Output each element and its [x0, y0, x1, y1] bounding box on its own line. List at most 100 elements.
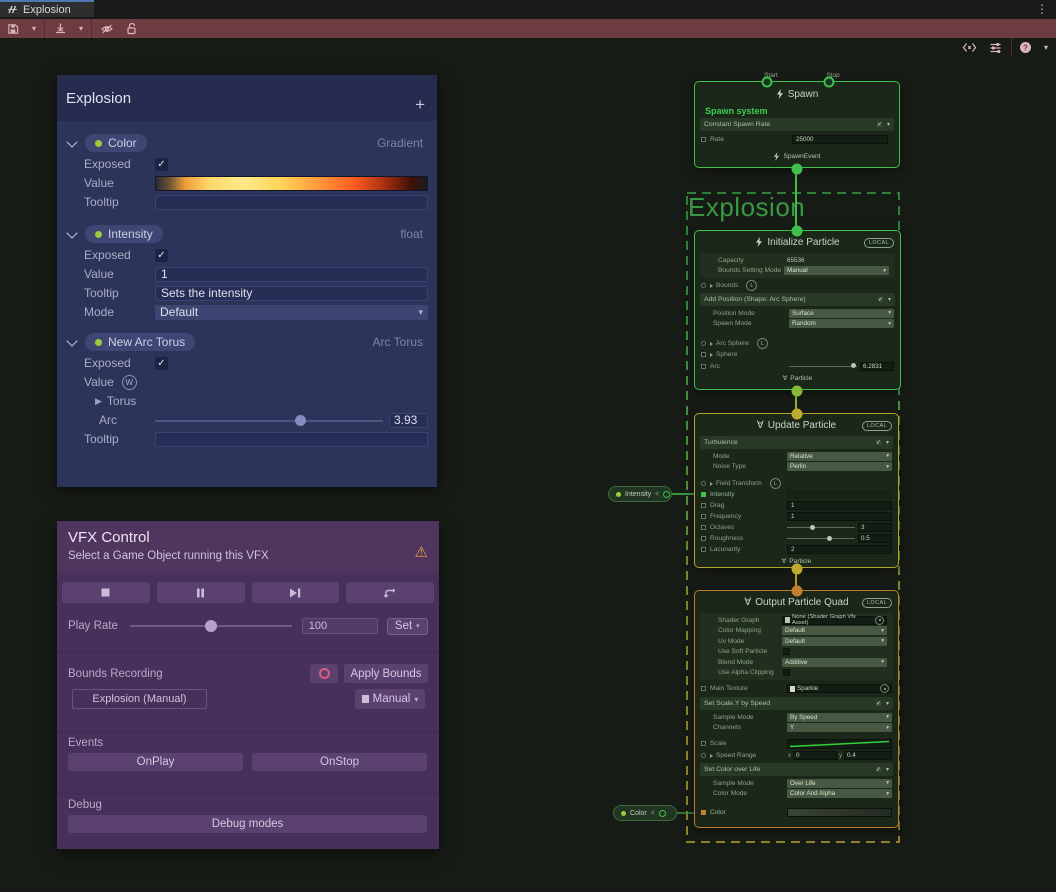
noise-type-dropdown[interactable]: Perlin ▾	[787, 462, 892, 471]
sample-mode-dropdown[interactable]: By Speed ▾	[787, 713, 892, 722]
bounds-port[interactable]	[701, 283, 706, 288]
start-port[interactable]	[762, 77, 773, 88]
arc-port[interactable]	[701, 364, 706, 369]
octaves-slider[interactable]	[787, 523, 855, 532]
capacity-field[interactable]: 65536	[784, 256, 889, 265]
rate-port[interactable]	[701, 137, 706, 142]
blackboard-panel[interactable]: Explosion + Color Gradient Exposed ✓ Val…	[57, 75, 437, 487]
rate-field[interactable]: 25000	[792, 135, 888, 144]
gradient-value-field[interactable]	[155, 176, 428, 191]
record-bounds-button[interactable]	[310, 664, 338, 683]
color-gradient-field[interactable]	[787, 808, 892, 817]
exposed-checkbox[interactable]: ✓	[155, 158, 168, 171]
pause-button[interactable]	[157, 582, 245, 603]
field-transform-port[interactable]	[701, 481, 706, 486]
value-input[interactable]: 1	[155, 267, 428, 282]
block-collapse-icon[interactable]: ▾	[888, 296, 891, 303]
tooltip-input[interactable]	[155, 432, 428, 447]
scale-curve-field[interactable]	[787, 739, 892, 749]
shader-graph-field[interactable]: None (Shader Graph Vfx Asset)	[782, 616, 887, 626]
main-texture-port[interactable]	[701, 686, 706, 691]
foldout-icon[interactable]	[710, 342, 713, 346]
constant-spawn-rate-block[interactable]: Constant Spawn Rate ✓ ▾	[700, 118, 894, 131]
sphere-port[interactable]	[701, 352, 706, 357]
save-button[interactable]	[0, 19, 26, 38]
use-alpha-clipping-checkbox[interactable]	[783, 669, 790, 676]
save-dropdown-button[interactable]: ▾	[26, 19, 42, 38]
update-in-port[interactable]	[792, 409, 803, 420]
block-enabled-checkbox[interactable]: ✓	[875, 700, 882, 707]
object-picker-icon[interactable]	[880, 684, 889, 693]
intensity-field[interactable]	[787, 490, 892, 499]
show-code-button[interactable]	[957, 38, 983, 57]
block-collapse-icon[interactable]: ▾	[886, 700, 889, 707]
drag-port[interactable]	[701, 503, 706, 508]
onplay-button[interactable]: OnPlay	[68, 753, 243, 771]
window-menu-icon[interactable]: ⋮	[1036, 2, 1048, 17]
spawn-mode-dropdown[interactable]: Random ▾	[789, 319, 894, 328]
mode-dropdown[interactable]: Relative ▾	[787, 452, 892, 461]
arc-slider[interactable]	[789, 362, 857, 371]
block-enabled-checkbox[interactable]: ✓	[876, 121, 883, 128]
color-mapping-dropdown[interactable]: Default ▾	[782, 626, 887, 635]
main-texture-field[interactable]: Sparkle	[787, 684, 892, 694]
exposed-checkbox[interactable]: ✓	[155, 249, 168, 262]
set-scale-by-speed-block[interactable]: Set Scale.Y by Speed ✓ ▾	[700, 697, 893, 710]
arc-value-field[interactable]: 6.2831	[860, 362, 894, 371]
foldout-icon[interactable]	[710, 754, 713, 758]
color-sample-mode-dropdown[interactable]: Over Life ▾	[787, 779, 892, 788]
bounds-target-field[interactable]: Explosion (Manual)	[72, 689, 207, 709]
restart-button[interactable]	[346, 582, 434, 603]
bounds-setting-mode-dropdown[interactable]: Manual ▾	[784, 266, 889, 275]
set-button[interactable]: Set ▾	[387, 618, 428, 635]
blend-mode-dropdown[interactable]: Additive ▾	[782, 658, 887, 667]
tab-explosion[interactable]: Explosion	[0, 0, 94, 17]
foldout-icon[interactable]	[710, 284, 713, 288]
block-enabled-checkbox[interactable]: ✓	[875, 439, 882, 446]
mode-dropdown[interactable]: Default ▾	[155, 305, 428, 320]
block-enabled-checkbox[interactable]: ✓	[877, 296, 884, 303]
chevron-down-icon[interactable]	[66, 335, 77, 346]
foldout-icon[interactable]	[710, 482, 713, 486]
compile-dropdown-button[interactable]: ▾	[73, 19, 89, 38]
foldout-icon[interactable]: ▶	[95, 396, 102, 407]
collapse-icon[interactable]: <	[655, 491, 659, 498]
frequency-port[interactable]	[701, 514, 706, 519]
lacunarity-port[interactable]	[701, 547, 706, 552]
speed-range-port[interactable]	[701, 753, 706, 758]
tooltip-input[interactable]	[155, 195, 428, 210]
initialize-out-port[interactable]	[792, 386, 803, 397]
roughness-slider[interactable]	[787, 534, 855, 543]
arc-slider[interactable]	[155, 413, 383, 428]
block-collapse-icon[interactable]: ▾	[886, 439, 889, 446]
drag-field[interactable]: 1	[787, 501, 892, 510]
color-port[interactable]	[701, 810, 706, 815]
speed-range-x-field[interactable]: 0	[793, 751, 837, 760]
chevron-down-icon[interactable]	[66, 136, 77, 147]
update-out-port[interactable]	[792, 564, 803, 575]
exposed-checkbox[interactable]: ✓	[155, 357, 168, 370]
spawn-event-port[interactable]	[792, 164, 803, 175]
uv-mode-dropdown[interactable]: Default ▾	[782, 637, 887, 646]
compile-button[interactable]	[47, 19, 73, 38]
set-color-over-life-block[interactable]: Set Color over Life ✓ ▾	[700, 763, 893, 776]
world-space-badge[interactable]: W	[122, 375, 137, 390]
stop-port[interactable]	[824, 77, 835, 88]
step-button[interactable]	[252, 582, 340, 603]
scale-port[interactable]	[701, 741, 706, 746]
octaves-port[interactable]	[701, 525, 706, 530]
initialize-particle-node[interactable]: Initialize Particle LOCAL Capacity 65536…	[694, 230, 901, 390]
color-parameter-pill[interactable]: Color	[85, 134, 147, 152]
spawn-node[interactable]: Start Stop Spawn Spawn system Constant S…	[694, 81, 900, 168]
octaves-value-field[interactable]: 3	[858, 523, 892, 532]
intensity-parameter-node[interactable]: Intensity <	[608, 486, 672, 502]
foldout-icon[interactable]	[710, 353, 713, 357]
arc-value-input[interactable]: 3.93	[389, 413, 428, 428]
arc-sphere-port[interactable]	[701, 341, 706, 346]
vfx-control-panel[interactable]: VFX Control Select a Game Object running…	[57, 521, 439, 849]
object-picker-icon[interactable]	[875, 616, 884, 625]
speed-range-y-field[interactable]: 0.4	[844, 751, 892, 760]
tooltip-input[interactable]: Sets the intensity	[155, 286, 428, 301]
block-enabled-checkbox[interactable]: ✓	[875, 766, 882, 773]
add-position-block[interactable]: Add Position (Shape: Arc Sphere) ✓ ▾	[700, 293, 895, 306]
